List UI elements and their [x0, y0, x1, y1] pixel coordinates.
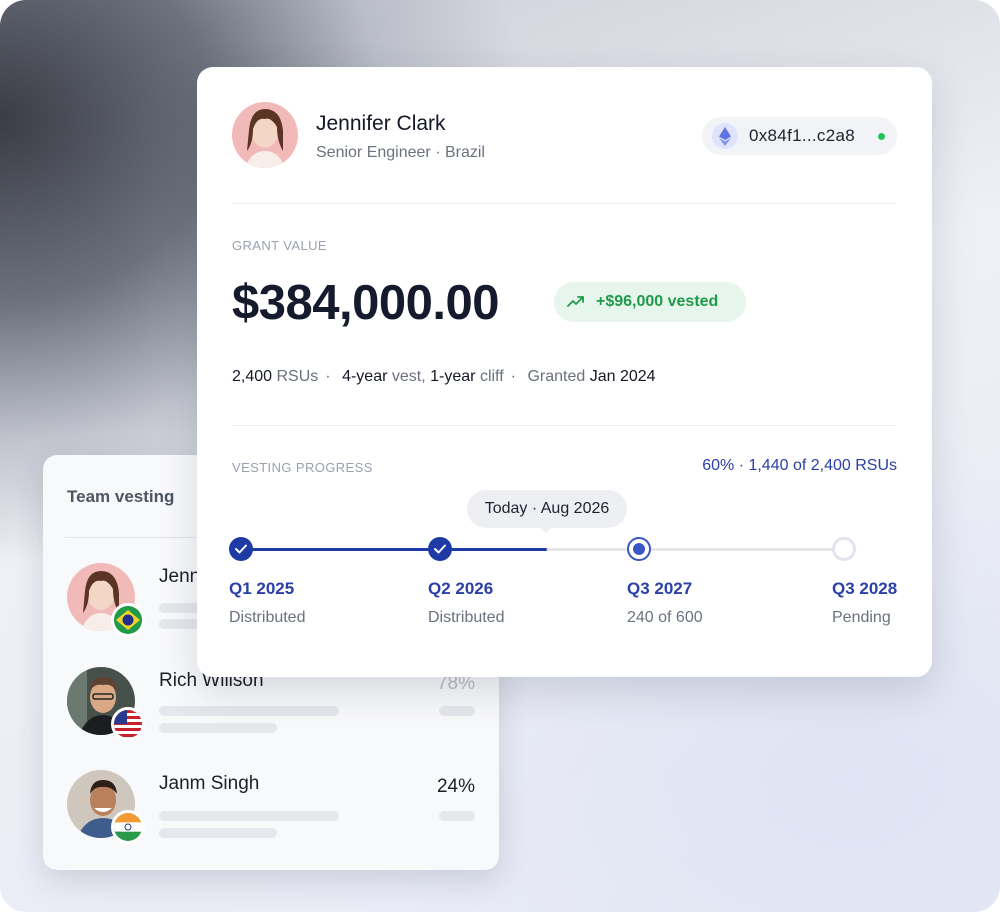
- milestone-status: Pending: [832, 609, 891, 626]
- employee-role: Senior Engineer · Brazil: [316, 144, 485, 161]
- rsu-unit: RSUs: [276, 368, 319, 385]
- milestone-quarter: Q2 2026: [428, 579, 494, 598]
- vesting-progress-summary: 60% · 1,440 of 2,400 RSUs: [702, 457, 897, 474]
- vest-duration: 4-year: [342, 368, 388, 385]
- vested-amount: +$96,000 vested: [596, 293, 719, 310]
- placeholder-bar: [159, 828, 277, 838]
- connected-status-dot: [878, 133, 885, 140]
- usa-flag-icon: [111, 707, 145, 741]
- vest-word: vest,: [391, 368, 426, 385]
- team-vesting-title: Team vesting: [67, 487, 175, 506]
- milestone-node-current[interactable]: [627, 537, 651, 561]
- placeholder-bar: [159, 723, 277, 733]
- grant-card: Jennifer Clark Senior Engineer · Brazil …: [197, 67, 932, 677]
- today-marker-tooltip: Today · Aug 2026: [467, 490, 627, 528]
- placeholder-bar: [159, 706, 339, 716]
- placeholder-bar: [439, 706, 475, 716]
- cliff-word: cliff: [479, 368, 504, 385]
- vested-badge: +$96,000 vested: [554, 282, 746, 322]
- tooltip-arrow: [539, 526, 553, 533]
- vesting-progress-label: VESTING PROGRESS: [232, 460, 373, 475]
- wallet-address: 0x84f1...c2a8: [749, 126, 855, 145]
- brazil-flag-icon: [111, 603, 145, 637]
- background: Team vesting Jenn Rich Willson 78% Janm …: [0, 0, 1000, 912]
- team-member-name: Jenn: [159, 566, 201, 587]
- ethereum-icon: [712, 123, 738, 149]
- check-icon: [235, 544, 247, 554]
- rsu-count: 2,400: [232, 368, 273, 385]
- grant-details: 2,400 RSUs · 4-year vest, 1-year cliff · G…: [232, 368, 656, 385]
- divider: [232, 425, 896, 426]
- milestone-status: 240 of 600: [627, 609, 703, 626]
- placeholder-bar: [159, 619, 199, 629]
- milestone-node-done[interactable]: [229, 537, 253, 561]
- milestone-status: Distributed: [428, 609, 505, 626]
- milestone-quarter: Q3 2027: [627, 579, 693, 598]
- team-member-row[interactable]: Rich Willson 78%: [67, 667, 487, 747]
- team-member-name: Janm Singh: [159, 773, 260, 794]
- milestone-node-done[interactable]: [428, 537, 452, 561]
- grant-value-label: GRANT VALUE: [232, 238, 327, 253]
- team-member-row[interactable]: Janm Singh 24%: [67, 770, 487, 850]
- milestone-quarter: Q3 2028: [832, 579, 898, 598]
- cliff-duration: 1-year: [430, 368, 476, 385]
- vesting-track-fill: [241, 548, 547, 551]
- check-icon: [434, 544, 446, 554]
- team-member-percent: 24%: [436, 776, 475, 797]
- employee-avatar: [232, 102, 298, 168]
- granted-date: Jan 2024: [589, 368, 656, 385]
- milestone-status: Distributed: [229, 609, 306, 626]
- trending-up-icon: [567, 296, 584, 307]
- employee-name: Jennifer Clark: [316, 112, 446, 135]
- milestone-quarter: Q1 2025: [229, 579, 295, 598]
- milestone-node-pending[interactable]: [832, 537, 856, 561]
- placeholder-bar: [439, 811, 475, 821]
- granted-word: Granted: [527, 368, 586, 385]
- placeholder-bar: [159, 811, 339, 821]
- wallet-address-chip[interactable]: 0x84f1...c2a8: [702, 117, 897, 155]
- divider: [232, 203, 896, 204]
- grant-value: $384,000.00: [232, 276, 500, 330]
- india-flag-icon: [111, 810, 145, 844]
